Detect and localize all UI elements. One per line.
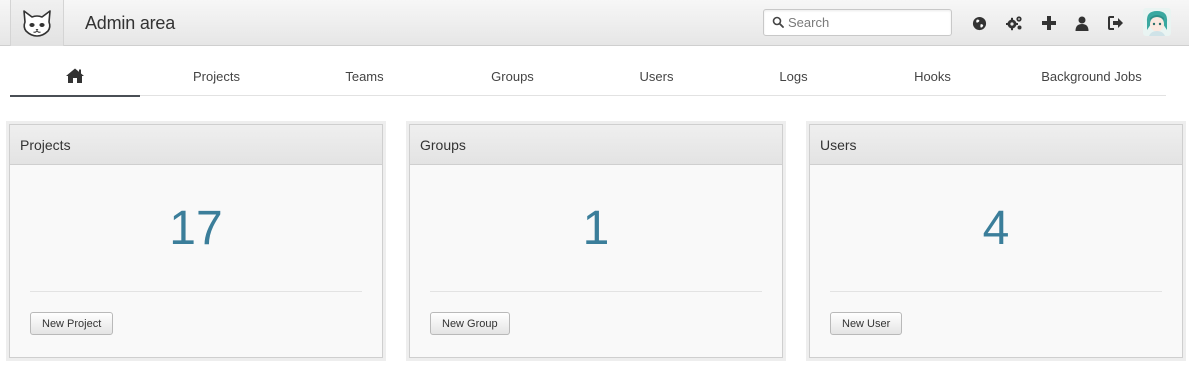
gears-icon[interactable] xyxy=(1005,14,1023,32)
projects-count: 17 xyxy=(169,202,223,255)
tab-projects[interactable]: Projects xyxy=(145,56,288,96)
admin-nav: Projects Teams Groups Users Logs Hooks B… xyxy=(10,56,1166,97)
tab-users[interactable]: Users xyxy=(585,56,728,96)
tab-teams[interactable]: Teams xyxy=(293,56,436,96)
tab-background-jobs[interactable]: Background Jobs xyxy=(1020,56,1163,96)
new-group-button[interactable]: New Group xyxy=(430,312,510,335)
user-avatar-image xyxy=(1143,8,1171,36)
gitlab-cat-logo-icon xyxy=(23,10,51,37)
groups-card: Groups 1 New Group xyxy=(409,124,783,358)
avatar[interactable] xyxy=(1143,8,1171,36)
divider xyxy=(430,291,762,292)
user-icon[interactable] xyxy=(1073,14,1091,32)
users-card: Users 4 New User xyxy=(809,124,1183,358)
tab-logs[interactable]: Logs xyxy=(722,56,865,96)
tab-hooks[interactable]: Hooks xyxy=(861,56,1004,96)
groups-count: 1 xyxy=(582,202,610,255)
divider xyxy=(830,291,1162,292)
page-title: Admin area xyxy=(85,13,176,33)
search-input[interactable] xyxy=(788,13,946,32)
home-icon xyxy=(66,68,84,83)
app-logo[interactable] xyxy=(10,0,64,46)
new-project-button[interactable]: New Project xyxy=(30,312,114,335)
card-title: Projects xyxy=(10,125,382,165)
top-header: Admin area xyxy=(0,0,1189,46)
card-title: Groups xyxy=(410,125,782,165)
card-title: Users xyxy=(810,125,1182,165)
users-count: 4 xyxy=(982,202,1010,255)
sign-out-icon[interactable] xyxy=(1107,14,1125,32)
tab-home[interactable] xyxy=(10,56,140,97)
plus-icon[interactable] xyxy=(1040,14,1058,32)
new-user-button[interactable]: New User xyxy=(830,312,903,335)
divider xyxy=(30,291,362,292)
globe-icon[interactable] xyxy=(970,14,988,32)
search-box[interactable] xyxy=(763,9,952,36)
search-icon xyxy=(772,16,784,28)
projects-card: Projects 17 New Project xyxy=(9,124,383,358)
tab-groups[interactable]: Groups xyxy=(441,56,584,96)
